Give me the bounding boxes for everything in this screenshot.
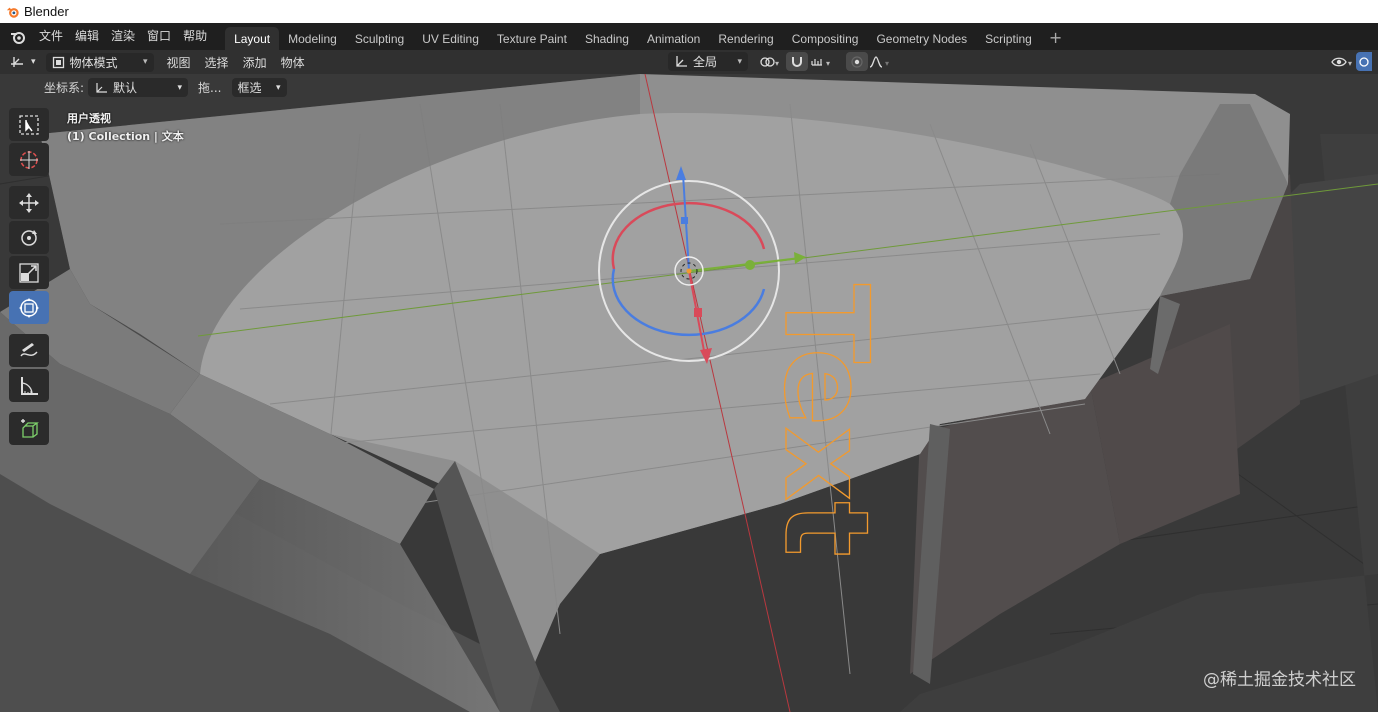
move-icon — [19, 192, 39, 213]
tab-shading[interactable]: Shading — [576, 27, 638, 50]
chevron-down-icon: ▾ — [177, 82, 183, 93]
viewport-visibility-controls: ▾ — [1330, 52, 1372, 71]
text-object-outline[interactable]: Text — [757, 283, 893, 557]
eye-icon: ▾ — [1331, 57, 1352, 68]
move-tool[interactable] — [9, 186, 49, 219]
tab-scripting[interactable]: Scripting — [976, 27, 1041, 50]
menu-edit[interactable]: 编辑 — [69, 23, 105, 50]
gizmo-icon — [1359, 56, 1369, 67]
tab-rendering[interactable]: Rendering — [709, 27, 782, 50]
tab-texture-paint[interactable]: Texture Paint — [488, 27, 576, 50]
global-orientation-icon — [676, 56, 687, 67]
cursor-icon — [20, 150, 38, 169]
tab-geometry-nodes[interactable]: Geometry Nodes — [867, 27, 976, 50]
tab-sculpting[interactable]: Sculpting — [346, 27, 413, 50]
snap-increment-icon: ▾ — [811, 58, 830, 68]
menu-window[interactable]: 窗口 — [141, 23, 177, 50]
title-bar: Blender — [0, 0, 1378, 23]
tab-compositing[interactable]: Compositing — [783, 27, 868, 50]
svg-text:▾: ▾ — [1348, 59, 1352, 68]
tab-uv-editing[interactable]: UV Editing — [413, 27, 488, 50]
add-cube-icon — [21, 418, 39, 438]
drag-mode-value: 框选 — [237, 81, 262, 95]
pivot-icon: ▾ — [760, 56, 779, 68]
menu-select[interactable]: 选择 — [200, 53, 234, 72]
chevron-down-icon: ▾ — [737, 56, 742, 67]
menu-render[interactable]: 渲染 — [105, 23, 141, 50]
editor-type-dropdown[interactable]: ▾ — [6, 53, 41, 72]
select-box-icon — [19, 114, 39, 135]
window-title: Blender — [24, 4, 69, 19]
view-name: 用户透视 — [67, 112, 111, 125]
blender-logo-icon — [6, 7, 19, 18]
annotate-tool[interactable] — [9, 334, 49, 367]
coord-axes-icon — [96, 82, 108, 93]
svg-text:▾: ▾ — [885, 59, 889, 68]
text-object-label: Text — [758, 284, 893, 557]
falloff-dropdown[interactable]: ▾ — [868, 52, 896, 71]
object-mode-label: 物体模式 — [69, 55, 118, 70]
workspace-tabs: Layout Modeling Sculpting UV Editing Tex… — [225, 23, 1070, 50]
axes-editor-icon — [11, 57, 23, 67]
drag-label: 拖... — [198, 81, 222, 95]
visibility-dropdown[interactable]: ▾ — [1330, 52, 1356, 71]
3d-viewport[interactable]: Text 坐标系: 默认 ▾ 拖... 框选 ▾ 用户透视 (1) Collec… — [0, 74, 1378, 712]
rotate-icon — [21, 229, 37, 246]
pivot-point-button[interactable]: ▾ — [756, 52, 784, 71]
annotate-pencil-icon — [20, 342, 38, 356]
transform-icon — [19, 297, 39, 318]
tab-animation[interactable]: Animation — [638, 27, 709, 50]
top-menu-bar: 文件 编辑 渲染 窗口 帮助 Layout Modeling Sculpting… — [0, 23, 1378, 50]
rotate-tool[interactable] — [9, 221, 49, 254]
add-workspace-icon[interactable]: + — [1041, 25, 1070, 50]
scene-render: Text — [0, 74, 1378, 712]
chevron-down-icon: ▾ — [31, 57, 36, 67]
tab-layout[interactable]: Layout — [225, 27, 280, 50]
drag-mode-dropdown[interactable]: 框选 ▾ — [231, 78, 287, 97]
coord-system-value: 默认 — [113, 81, 138, 95]
scale-tool[interactable] — [9, 256, 49, 289]
tool-shelf — [9, 108, 49, 447]
transform-tool[interactable] — [9, 291, 49, 324]
snap-target-dropdown[interactable]: ▾ — [808, 52, 838, 71]
cursor-tool[interactable] — [9, 143, 49, 176]
snap-toggle[interactable] — [786, 52, 808, 71]
menu-help[interactable]: 帮助 — [177, 23, 213, 50]
scale-icon — [19, 262, 39, 283]
svg-text:▾: ▾ — [826, 59, 830, 68]
chevron-down-icon: ▾ — [275, 82, 281, 93]
add-cube-tool[interactable] — [9, 412, 49, 445]
tab-modeling[interactable]: Modeling — [279, 27, 346, 50]
transform-orientation-label: 全局 — [693, 55, 718, 69]
collection-info: (1) Collection | 文本 — [67, 130, 184, 143]
menu-view[interactable]: 视图 — [162, 53, 196, 72]
proportional-editing-toggle[interactable] — [846, 52, 868, 71]
tool-settings-bar: 坐标系: 默认 ▾ 拖... 框选 ▾ — [0, 74, 1378, 101]
falloff-curve-icon: ▾ — [869, 55, 889, 68]
coord-system-dropdown[interactable]: 默认 ▾ — [88, 78, 189, 97]
svg-text:▾: ▾ — [775, 59, 779, 68]
blender-menu-icon[interactable] — [9, 28, 27, 46]
menu-file[interactable]: 文件 — [33, 23, 69, 50]
viewport-header: ▾ 物体模式 ▾ 视图 选择 添加 物体 全局 ▾ ▾ ▾ ▾ ▾ — [0, 50, 1378, 74]
menu-object[interactable]: 物体 — [276, 53, 310, 72]
menu-add[interactable]: 添加 — [238, 53, 272, 72]
select-box-tool[interactable] — [9, 108, 49, 141]
coord-system-label: 坐标系: — [44, 81, 85, 95]
proportional-icon — [851, 55, 863, 68]
chevron-down-icon: ▾ — [143, 57, 148, 67]
watermark: @稀土掘金技术社区 — [1203, 670, 1356, 690]
measure-tool[interactable] — [9, 369, 49, 402]
object-mode-icon — [52, 56, 64, 68]
magnet-icon — [792, 56, 802, 67]
transform-controls: 全局 ▾ ▾ ▾ ▾ — [668, 52, 896, 71]
transform-orientation-dropdown[interactable]: 全局 ▾ — [668, 52, 748, 71]
measure-ruler-icon — [21, 376, 38, 395]
gizmo-toggle[interactable] — [1356, 52, 1372, 71]
object-mode-dropdown[interactable]: 物体模式 ▾ — [45, 52, 154, 72]
